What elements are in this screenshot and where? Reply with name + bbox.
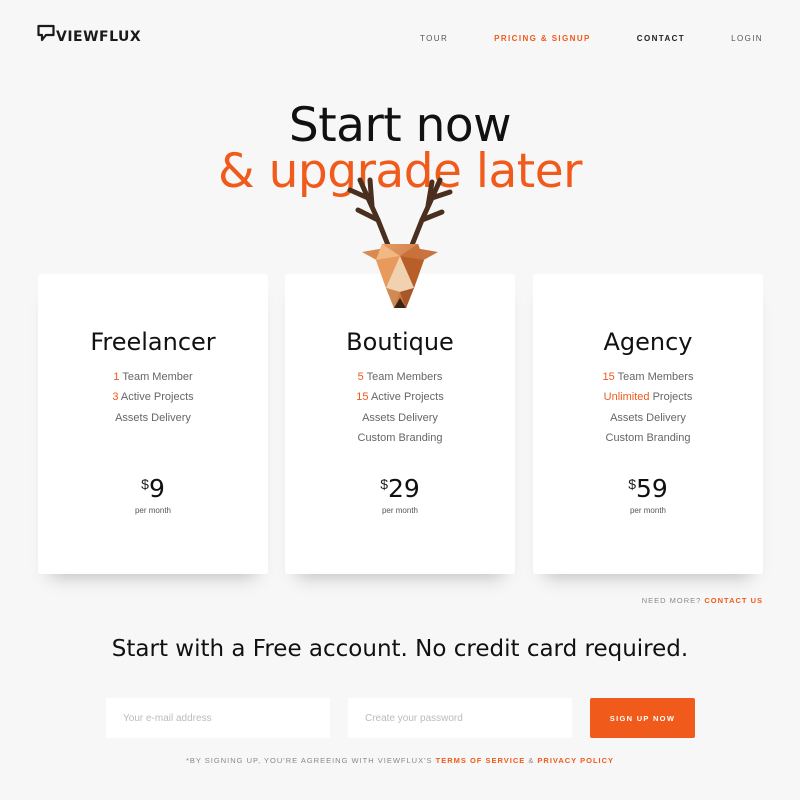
feature-item: Custom Branding — [357, 431, 443, 444]
nav-login[interactable]: LOGIN — [731, 34, 763, 43]
feature-item: Assets Delivery — [362, 411, 438, 424]
plan-price: $29 — [380, 474, 420, 503]
feature-item: 15 Active Projects — [356, 391, 444, 404]
site-header: VIEWFLUX TOUR PRICING & SIGNUP CONTACT L… — [0, 0, 800, 80]
terms-notice: *BY SIGNING UP, YOU'RE AGREEING WITH VIE… — [185, 756, 615, 765]
plan-price: $59 — [628, 474, 668, 503]
feature-item: Unlimited Projects — [603, 391, 693, 404]
nav-pricing-signup[interactable]: PRICING & SIGNUP — [494, 34, 591, 43]
feature-item: Assets Delivery — [115, 411, 191, 424]
feature-item: 15 Team Members — [602, 371, 694, 383]
plan-name: Freelancer — [90, 328, 216, 356]
contact-us-link[interactable]: CONTACT US — [704, 596, 763, 605]
plan-name: Agency — [603, 328, 693, 356]
plan-period: per month — [381, 506, 419, 515]
sign-up-button[interactable]: SIGN UP NOW — [590, 698, 695, 738]
logo[interactable]: VIEWFLUX — [37, 22, 141, 44]
plan-features: 15 Team Members Unlimited Projects Asset… — [533, 367, 763, 448]
feature-item: Custom Branding — [605, 431, 691, 444]
nav-tour[interactable]: TOUR — [420, 34, 448, 43]
signup-form: SIGN UP NOW — [106, 698, 696, 738]
nav-contact[interactable]: CONTACT — [637, 34, 685, 43]
password-field[interactable] — [348, 698, 572, 738]
feature-item: 5 Team Members — [357, 371, 443, 383]
terms-of-service-link[interactable]: TERMS OF SERVICE — [436, 756, 526, 765]
plan-price: $9 — [141, 474, 165, 503]
plan-period: per month — [134, 506, 172, 515]
plan-period: per month — [629, 506, 667, 515]
plan-features: 1 Team Member 3 Active Projects Assets D… — [38, 367, 268, 428]
feature-item: Assets Delivery — [610, 411, 686, 424]
feature-item: 3 Active Projects — [112, 391, 194, 404]
brand-name: VIEWFLUX — [56, 29, 142, 45]
low-poly-deer-head-icon — [347, 177, 453, 308]
plan-card-agency[interactable]: Agency 15 Team Members Unlimited Project… — [533, 274, 763, 574]
free-account-heading: Start with a Free account. No credit car… — [111, 636, 689, 662]
plan-features: 5 Team Members 15 Active Projects Assets… — [285, 367, 515, 448]
email-field[interactable] — [106, 698, 330, 738]
main-nav: TOUR PRICING & SIGNUP CONTACT LOGIN — [420, 34, 763, 43]
plan-card-freelancer[interactable]: Freelancer 1 Team Member 3 Active Projec… — [38, 274, 268, 574]
feature-item: 1 Team Member — [113, 371, 193, 383]
need-more: NEED MORE? CONTACT US — [641, 596, 763, 605]
plan-name: Boutique — [346, 328, 454, 356]
privacy-policy-link[interactable]: PRIVACY POLICY — [537, 756, 614, 765]
speech-bubble-v-icon — [37, 24, 55, 42]
